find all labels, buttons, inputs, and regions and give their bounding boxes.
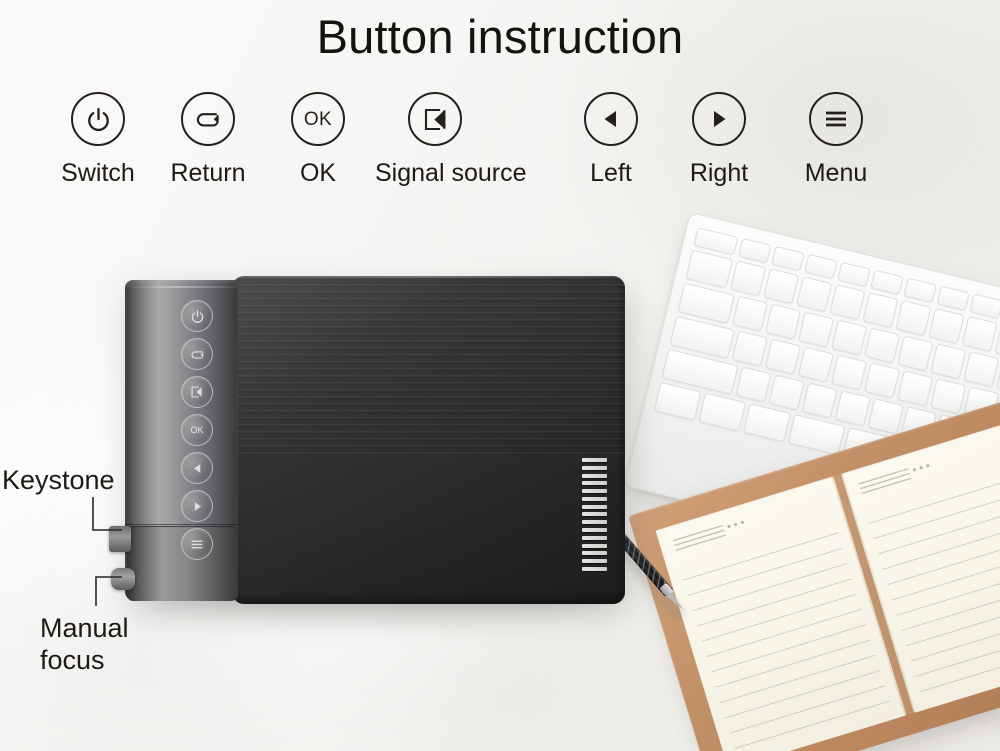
legend-label: OK	[299, 159, 337, 187]
device-button-left[interactable]	[181, 452, 213, 484]
legend-item-right[interactable]: Right	[659, 92, 779, 188]
left-triangle-icon	[584, 92, 638, 146]
legend-label: Signal source	[375, 159, 527, 187]
legend-item-signal-source[interactable]: Signal source	[375, 92, 527, 188]
projector-button-column: OK	[181, 300, 215, 566]
legend-label: Menu	[804, 159, 868, 187]
device-button-menu[interactable]	[181, 528, 213, 560]
button-legend: Switch Return OK OK Signal source Left R…	[0, 92, 1000, 212]
legend-item-menu[interactable]: Menu	[776, 92, 896, 188]
device-button-right[interactable]	[181, 490, 213, 522]
product-instruction-image: Button instruction Switch Return OK OK S…	[0, 0, 1000, 751]
notebook-page-header	[672, 524, 727, 554]
legend-item-switch[interactable]: Switch	[38, 92, 158, 188]
ok-icon: OK	[291, 92, 345, 146]
projector-vent-grille	[582, 458, 607, 571]
projector-barrel: OK	[125, 280, 238, 601]
right-triangle-icon	[692, 92, 746, 146]
manual-focus-knob[interactable]	[111, 568, 135, 590]
device-button-return[interactable]	[181, 338, 213, 370]
notebook-page-header	[858, 467, 913, 497]
legend-label: Switch	[61, 159, 135, 187]
notebook-page-dots	[727, 520, 745, 529]
mini-projector: OK	[109, 276, 629, 612]
ok-icon-text: OK	[303, 108, 333, 130]
legend-label: Left	[590, 159, 632, 187]
notebook-page-dots	[912, 463, 930, 472]
projector-sheen	[232, 276, 625, 604]
legend-label: Right	[689, 159, 749, 187]
return-arrow-icon	[181, 92, 235, 146]
callout-label-manual-focus: Manual focus	[40, 613, 129, 675]
device-button-signal-source[interactable]	[181, 376, 213, 408]
device-button-ok[interactable]: OK	[181, 414, 213, 446]
projector-body	[232, 276, 625, 604]
signal-source-icon	[408, 92, 462, 146]
power-icon	[71, 92, 125, 146]
keystone-adjust-knob[interactable]	[109, 526, 131, 552]
menu-bars-icon	[809, 92, 863, 146]
legend-item-left[interactable]: Left	[551, 92, 671, 188]
page-title: Button instruction	[316, 10, 684, 63]
legend-item-ok[interactable]: OK OK	[258, 92, 378, 188]
callout-label-keystone: Keystone	[2, 465, 115, 495]
legend-item-return[interactable]: Return	[148, 92, 268, 188]
device-button-power[interactable]	[181, 300, 213, 332]
legend-label: Return	[170, 159, 246, 187]
